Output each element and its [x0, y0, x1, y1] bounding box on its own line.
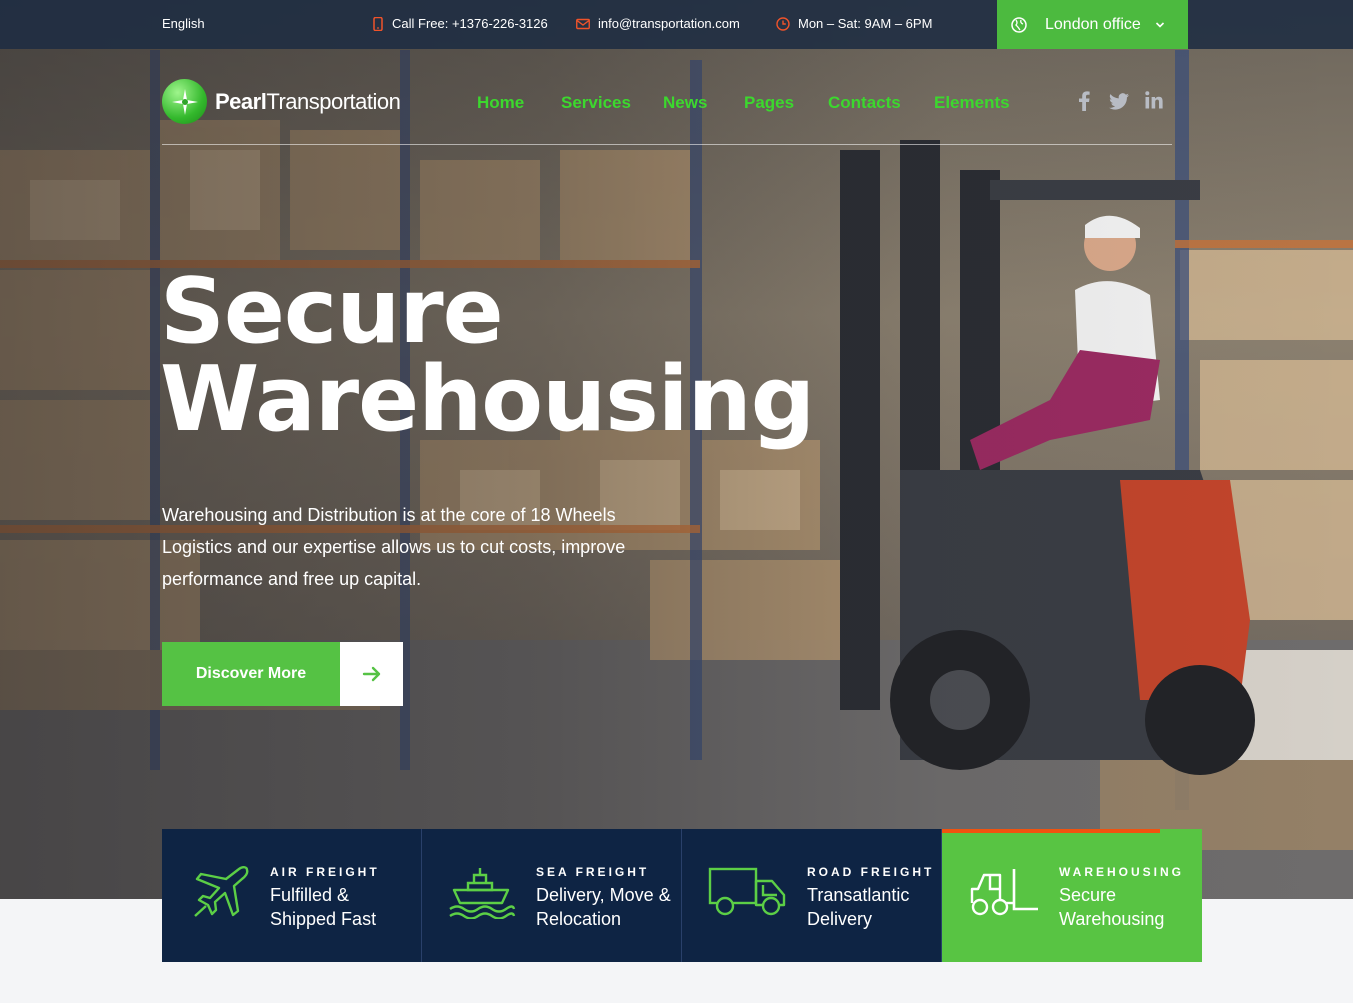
service-card-air-freight[interactable]: AIR FREIGHT Fulfilled & Shipped Fast [162, 829, 422, 962]
compass-logo-icon [162, 79, 207, 124]
forklift-icon [970, 869, 1038, 916]
discover-more-label: Discover More [162, 642, 340, 706]
header-divider [162, 144, 1172, 145]
service-kicker: WAREHOUSING [1059, 865, 1185, 879]
hero-description: Warehousing and Distribution is at the c… [162, 505, 626, 589]
service-kicker: AIR FREIGHT [270, 865, 380, 879]
office-label: London office [1045, 15, 1141, 33]
nav-services[interactable]: Services [561, 93, 631, 113]
top-bar: English Call Free: +1376-226-3126 info@t… [0, 0, 1353, 49]
service-card-warehousing[interactable]: WAREHOUSING Secure Warehousing [942, 829, 1202, 962]
arrow-right-icon [340, 642, 403, 706]
service-cards: AIR FREIGHT Fulfilled & Shipped Fast SEA… [162, 829, 1202, 962]
service-card-road-freight[interactable]: ROAD FREIGHT Transatlantic Delivery [682, 829, 942, 962]
hours-text: Mon – Sat: 9AM – 6PM [798, 16, 933, 31]
chevron-down-icon [1155, 21, 1164, 28]
discover-more-button[interactable]: Discover More [162, 642, 403, 706]
email-text: info@transportation.com [598, 16, 740, 31]
language-label: English [162, 16, 205, 31]
linkedin-icon[interactable] [1145, 91, 1163, 114]
hours-info: Mon – Sat: 9AM – 6PM [776, 16, 932, 31]
nav-contacts[interactable]: Contacts [828, 93, 901, 113]
ship-icon [449, 868, 516, 919]
mail-icon [576, 18, 590, 29]
service-title: Fulfilled & Shipped Fast [270, 885, 377, 929]
phone-text: Call Free: +1376-226-3126 [392, 16, 548, 31]
nav-news[interactable]: News [663, 93, 707, 113]
email-info[interactable]: info@transportation.com [576, 16, 740, 31]
service-card-sea-freight[interactable]: SEA FREIGHT Delivery, Move & Relocation [422, 829, 682, 962]
facebook-icon[interactable] [1078, 91, 1090, 116]
phone-info[interactable]: Call Free: +1376-226-3126 [372, 16, 548, 31]
hero-title-line-1: Secure [160, 259, 504, 364]
logo-text-bold: Pearl [215, 88, 267, 114]
nav-pages[interactable]: Pages [744, 93, 794, 113]
logo-text-light: Transportation [266, 88, 401, 114]
globe-icon [1011, 16, 1027, 33]
airplane-icon [194, 866, 249, 917]
nav-elements[interactable]: Elements [934, 93, 1010, 113]
service-kicker: ROAD FREIGHT [807, 865, 935, 879]
active-card-accent [942, 829, 1160, 833]
hero-title-line-2: Warehousing [160, 347, 815, 452]
service-title: Delivery, Move & Relocation [536, 885, 671, 929]
logo-text: PearlTransportation [215, 88, 401, 115]
service-title: Secure Warehousing [1059, 885, 1165, 929]
truck-icon [708, 867, 786, 916]
service-kicker: SEA FREIGHT [536, 865, 650, 879]
twitter-icon[interactable] [1109, 93, 1129, 115]
service-title: Transatlantic Delivery [807, 885, 910, 929]
language-selector[interactable]: English [162, 16, 205, 31]
phone-icon [373, 16, 383, 31]
clock-icon [776, 16, 790, 31]
site-logo[interactable]: PearlTransportation [162, 79, 401, 124]
office-selector-button[interactable]: London office [997, 0, 1188, 49]
hero-title: Secure Warehousing [160, 259, 815, 452]
nav-home[interactable]: Home [477, 93, 524, 113]
